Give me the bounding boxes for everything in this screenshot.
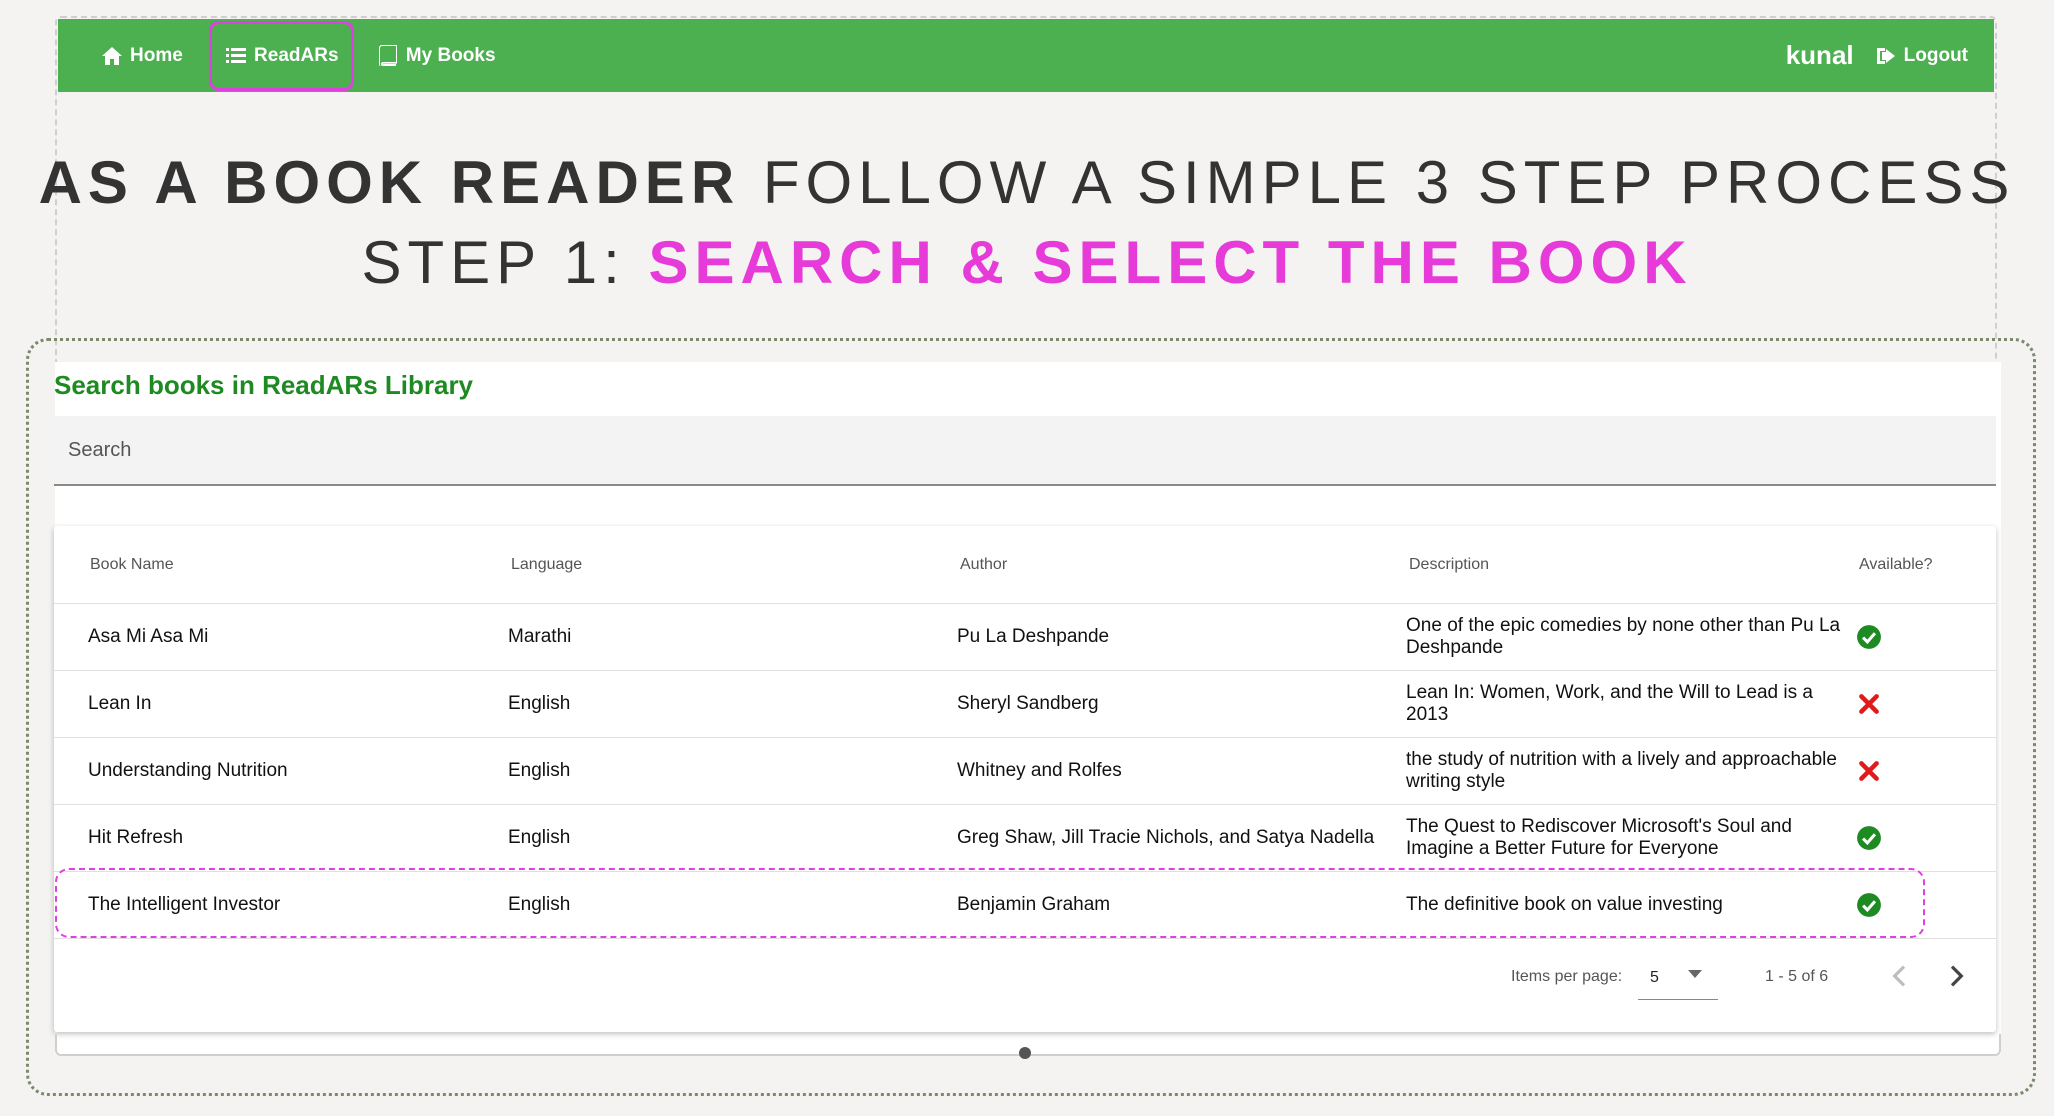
header-available: Available? <box>1859 555 1933 573</box>
nav-home-label: Home <box>130 44 183 66</box>
book-icon <box>378 44 397 66</box>
table-row[interactable]: Understanding Nutrition English Whitney … <box>54 738 1996 805</box>
chevron-left-icon[interactable] <box>1884 960 1916 992</box>
page-subheadline: STEP 1: SEARCH & SELECT THE BOOK <box>0 228 2054 297</box>
logout-icon <box>1876 47 1895 64</box>
cell-language: Marathi <box>508 626 572 647</box>
cell-language: English <box>508 827 571 848</box>
nav-mybooks-label: My Books <box>405 44 496 66</box>
cell-book-name: Hit Refresh <box>88 827 184 848</box>
cell-language: English <box>508 693 571 714</box>
cell-author: Whitney and Rolfes <box>957 760 1122 781</box>
search-input[interactable] <box>54 416 1996 484</box>
table-row[interactable]: The Intelligent Investor English Benjami… <box>54 872 1996 939</box>
nav-home-link[interactable]: Home <box>88 25 195 87</box>
check-circle-icon <box>1857 893 1881 917</box>
page-size-value: 5 <box>1650 969 1659 986</box>
cell-description: One of the epic comedies by none other t… <box>1406 615 1841 658</box>
paginator: Items per page: 5 1 - 5 of 6 <box>54 936 1996 1016</box>
cell-description: The Quest to Rediscover Microsoft's Soul… <box>1406 816 1792 859</box>
cell-book-name: Understanding Nutrition <box>88 760 288 781</box>
username-label: kunal <box>1785 40 1854 70</box>
close-x-icon <box>1859 694 1879 714</box>
home-icon <box>102 46 122 65</box>
scroll-indicator <box>1019 1047 1031 1059</box>
cell-author: Greg Shaw, Jill Tracie Nichols, and Saty… <box>957 827 1375 848</box>
table-row[interactable]: Lean In English Sheryl Sandberg Lean In:… <box>54 671 1996 738</box>
cell-language: English <box>508 760 571 781</box>
close-x-icon <box>1859 761 1879 781</box>
cell-book-name: The Intelligent Investor <box>88 894 281 915</box>
header-book-name: Book Name <box>90 555 174 573</box>
nav-readars-label: ReadARs <box>254 44 339 66</box>
table-row[interactable]: Asa Mi Asa Mi Marathi Pu La Deshpande On… <box>54 604 1996 671</box>
subline-prefix: STEP 1: <box>361 229 626 296</box>
chevron-right-icon[interactable] <box>1940 960 1972 992</box>
books-table: Book Name Language Author Description Av… <box>54 526 1996 1032</box>
headline-rest: FOLLOW A SIMPLE 3 STEP PROCESS <box>762 149 2016 216</box>
navbar: Home ReadARs My Books kunal Logout <box>58 19 1994 92</box>
logout-button[interactable]: Logout <box>1874 25 1968 87</box>
cell-author: Sheryl Sandberg <box>957 693 1099 714</box>
check-circle-icon <box>1857 826 1881 850</box>
cell-description: Lean In: Women, Work, and the Will to Le… <box>1406 682 1813 725</box>
header-author: Author <box>960 555 1008 573</box>
cell-book-name: Asa Mi Asa Mi <box>88 626 209 647</box>
page-headline: AS A BOOK READER FOLLOW A SIMPLE 3 STEP … <box>0 148 2054 217</box>
header-description: Description <box>1409 555 1490 573</box>
check-circle-icon <box>1857 625 1881 649</box>
table-header: Book Name Language Author Description Av… <box>54 526 1996 604</box>
nav-mybooks-link[interactable]: My Books <box>364 25 508 87</box>
logout-label: Logout <box>1903 44 1968 66</box>
table-row[interactable]: Hit Refresh English Greg Shaw, Jill Trac… <box>54 805 1996 872</box>
nav-readars-link[interactable]: ReadARs <box>208 20 354 91</box>
cell-author: Benjamin Graham <box>957 894 1111 915</box>
nav-right-group: kunal Logout <box>1786 25 1994 87</box>
cell-description: the study of nutrition with a lively and… <box>1406 749 1837 792</box>
header-language: Language <box>511 555 583 573</box>
headline-bold: AS A BOOK READER <box>38 149 741 216</box>
list-icon <box>226 47 247 63</box>
cell-language: English <box>508 894 571 915</box>
page-size-select[interactable]: 5 <box>1638 952 1718 1000</box>
cell-author: Pu La Deshpande <box>957 626 1110 647</box>
items-per-page-label: Items per page: <box>1511 968 1623 985</box>
cell-description: The definitive book on value investing <box>1406 894 1723 915</box>
cell-book-name: Lean In <box>88 693 152 714</box>
page-range-label: 1 - 5 of 6 <box>1765 968 1829 985</box>
caret-down-icon <box>1688 970 1702 978</box>
search-field <box>54 416 1996 486</box>
library-title: Search books in ReadARs Library <box>54 370 474 400</box>
subline-accent: SEARCH & SELECT THE BOOK <box>648 229 1693 296</box>
